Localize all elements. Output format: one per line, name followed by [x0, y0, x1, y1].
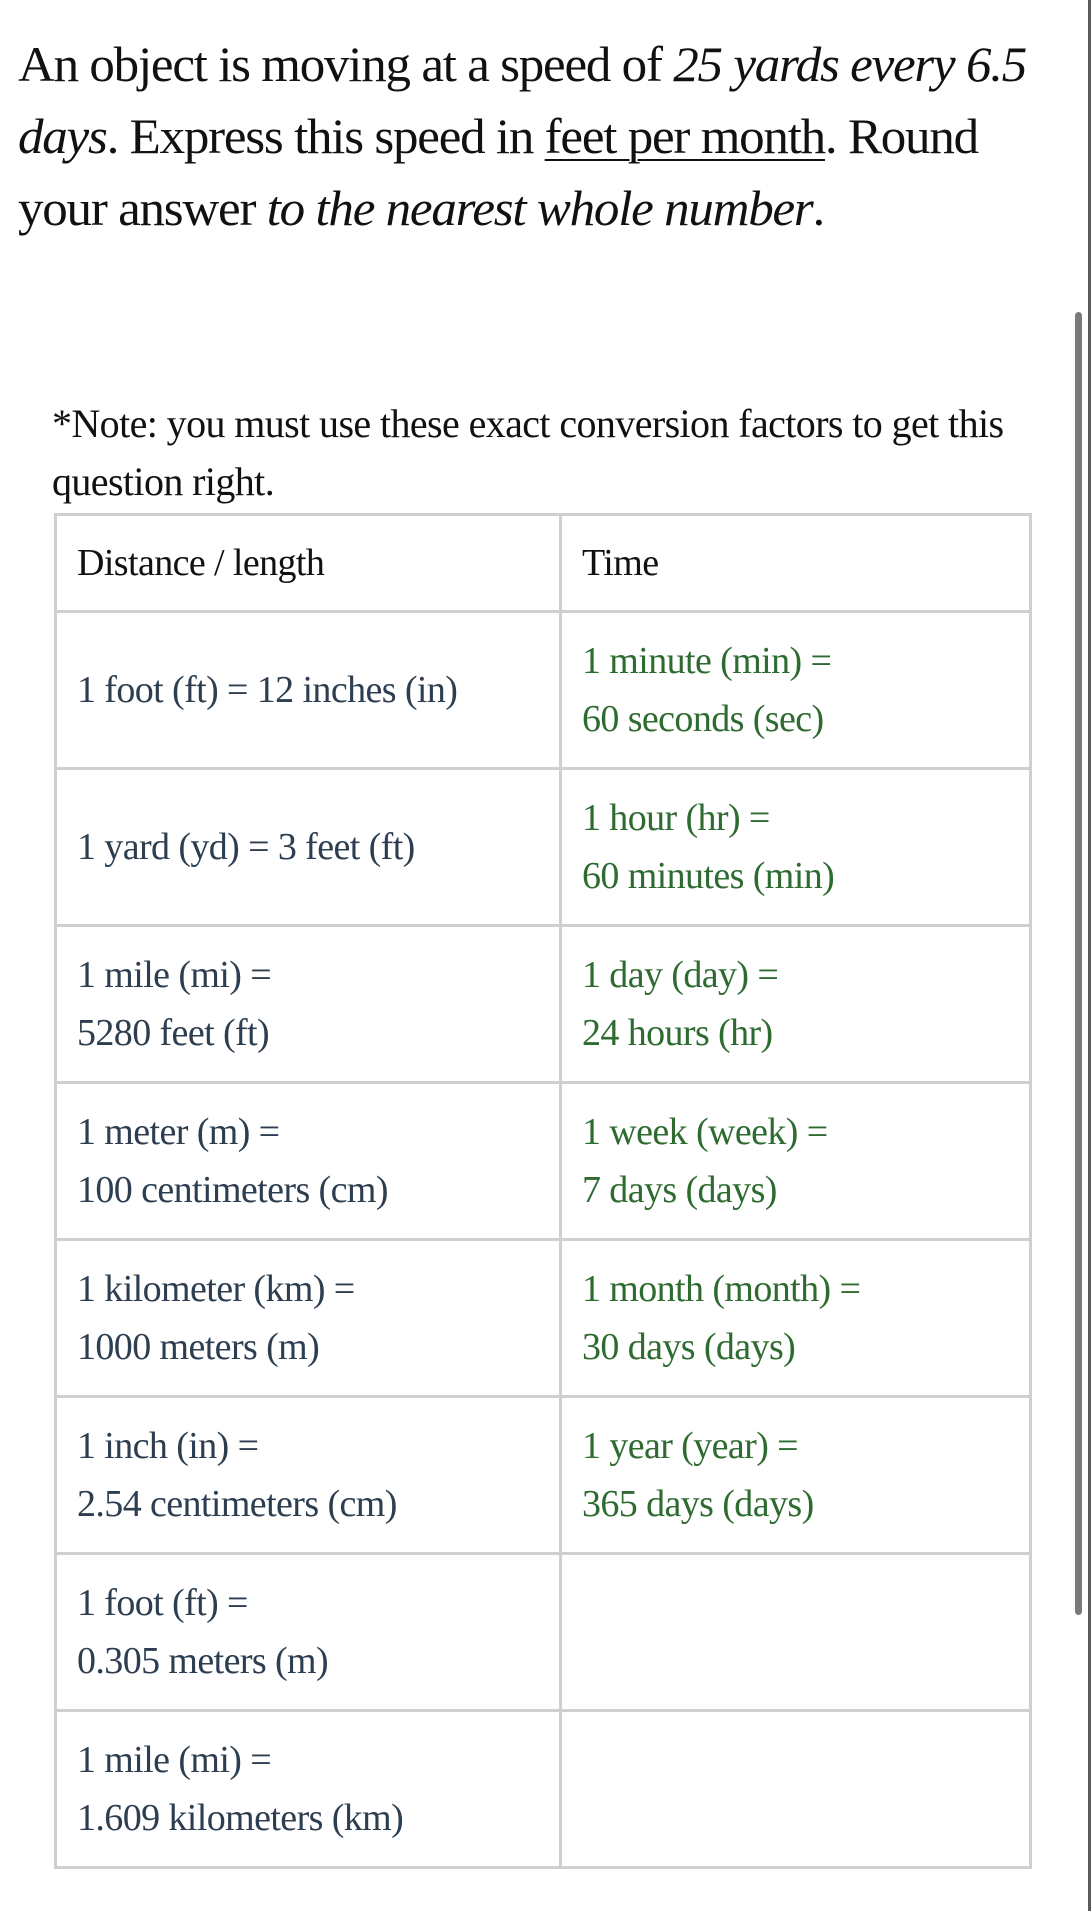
time-cell: 1 day (day) = 24 hours (hr) [559, 924, 1032, 1084]
table-header-row: Distance / length Time [54, 513, 1032, 613]
distance-line: 1 yard (yd) = 3 feet (ft) [77, 826, 415, 868]
time-line: 60 seconds (sec) [582, 698, 824, 740]
table-body: 1 foot (ft) = 12 inches (in) 1 minute (mi… [54, 610, 1032, 1869]
distance-line: 1 mile (mi) = [77, 954, 272, 996]
time-cell: 1 minute (min) = 60 seconds (sec) [559, 610, 1032, 770]
scrollbar-thumb[interactable] [1075, 312, 1082, 1615]
distance-line: 1 meter (m) = [77, 1111, 280, 1153]
header-time: Time [559, 513, 1032, 613]
distance-cell: 1 yard (yd) = 3 feet (ft) [54, 767, 562, 927]
time-line: 1 week (week) = [582, 1111, 828, 1153]
time-line: 1 day (day) = [582, 954, 779, 996]
question-segment: An object is moving at a speed of [18, 36, 674, 92]
empty-time-cell [559, 1552, 1032, 1712]
time-cell: 1 month (month) = 30 days (days) [559, 1238, 1032, 1398]
distance-cell: 1 foot (ft) = 0.305 meters (m) [54, 1552, 562, 1712]
distance-line: 1000 meters (m) [77, 1326, 320, 1368]
distance-line: 100 centimeters (cm) [77, 1169, 388, 1211]
header-distance: Distance / length [54, 513, 562, 613]
distance-line: 1 mile (mi) = [77, 1739, 272, 1781]
question-segment: . Express this speed in [106, 108, 545, 164]
table-row: 1 foot (ft) = 12 inches (in) 1 minute (mi… [54, 610, 1032, 770]
distance-line: 1 kilometer (km) = [77, 1268, 355, 1310]
time-line: 1 minute (min) = [582, 640, 832, 682]
time-cell: 1 hour (hr) = 60 minutes (min) [559, 767, 1032, 927]
table-row: 1 mile (mi) = 1.609 kilometers (km) [54, 1709, 1032, 1869]
question-segment: . [812, 180, 826, 236]
question-text: An object is moving at a speed of 25 yar… [18, 28, 1048, 244]
distance-cell: 1 foot (ft) = 12 inches (in) [54, 610, 562, 770]
question-rounding: to the nearest whole number [266, 180, 814, 236]
distance-line: 2.54 centimeters (cm) [77, 1483, 397, 1525]
distance-cell: 1 mile (mi) = 5280 feet (ft) [54, 924, 562, 1084]
distance-cell: 1 inch (in) = 2.54 centimeters (cm) [54, 1395, 562, 1555]
distance-line: 1 foot (ft) = 12 inches (in) [77, 669, 458, 711]
time-line: 24 hours (hr) [582, 1012, 773, 1054]
distance-line: 1.609 kilometers (km) [77, 1797, 404, 1839]
time-line: 1 year (year) = [582, 1425, 799, 1467]
distance-cell: 1 kilometer (km) = 1000 meters (m) [54, 1238, 562, 1398]
table-row: 1 meter (m) = 100 centimeters (cm) 1 week … [54, 1081, 1032, 1241]
distance-cell: 1 meter (m) = 100 centimeters (cm) [54, 1081, 562, 1241]
table-row: 1 yard (yd) = 3 feet (ft) 1 hour (hr) = 60… [54, 767, 1032, 927]
table-row: 1 mile (mi) = 5280 feet (ft) 1 day (day) =… [54, 924, 1032, 1084]
table-row: 1 inch (in) = 2.54 centimeters (cm) 1 year… [54, 1395, 1032, 1555]
table-row: 1 kilometer (km) = 1000 meters (m) 1 month… [54, 1238, 1032, 1398]
empty-time-cell [559, 1709, 1032, 1869]
time-line: 365 days (days) [582, 1483, 814, 1525]
time-line: 1 month (month) = [582, 1268, 861, 1310]
distance-line: 1 inch (in) = [77, 1425, 259, 1467]
distance-line: 5280 feet (ft) [77, 1012, 270, 1054]
distance-line: 1 foot (ft) = [77, 1582, 248, 1624]
distance-cell: 1 mile (mi) = 1.609 kilometers (km) [54, 1709, 562, 1869]
question-target-unit: feet per month [544, 108, 826, 164]
time-line: 60 minutes (min) [582, 855, 835, 897]
time-cell: 1 year (year) = 365 days (days) [559, 1395, 1032, 1555]
time-line: 7 days (days) [582, 1169, 777, 1211]
conversion-note: *Note: you must use these exact conversi… [52, 401, 1004, 504]
time-line: 1 hour (hr) = [582, 797, 770, 839]
table-row: 1 foot (ft) = 0.305 meters (m) [54, 1552, 1032, 1712]
conversion-table: Distance / length Time 1 foot (ft) = 12 … [54, 513, 1032, 1869]
time-cell: 1 week (week) = 7 days (days) [559, 1081, 1032, 1241]
distance-line: 0.305 meters (m) [77, 1640, 329, 1682]
time-line: 30 days (days) [582, 1326, 796, 1368]
